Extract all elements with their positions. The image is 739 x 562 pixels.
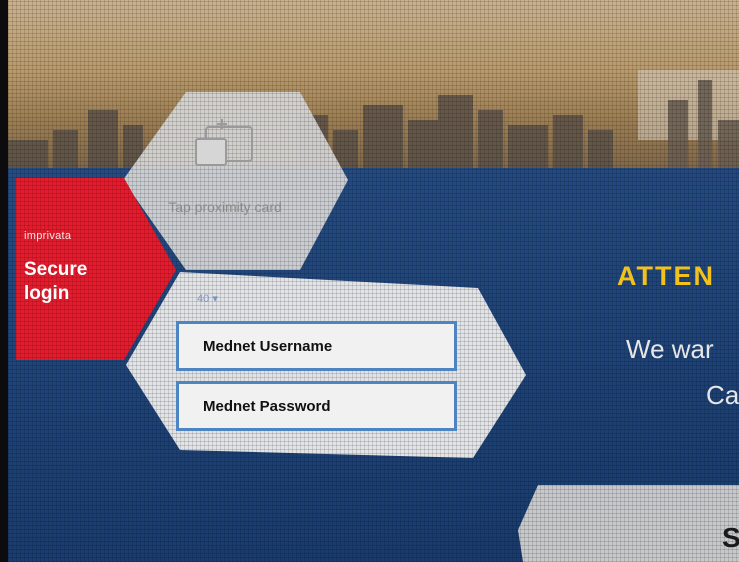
domain-select[interactable]: 40 ▾ bbox=[197, 292, 218, 305]
proximity-card-icon bbox=[195, 119, 253, 166]
attention-heading: ATTEN bbox=[617, 261, 715, 291]
username-placeholder: Mednet Username bbox=[203, 337, 333, 355]
password-input[interactable]: Mednet Password bbox=[176, 381, 457, 431]
secure-login-title: Secure login bbox=[24, 259, 88, 304]
imprivata-logo: imprivata bbox=[24, 230, 72, 242]
username-input[interactable]: Mednet Username bbox=[176, 321, 457, 371]
tap-proximity-card-label: Tap proximity card bbox=[168, 199, 282, 215]
bottom-action-button[interactable]: S bbox=[722, 522, 739, 554]
password-placeholder: Mednet Password bbox=[203, 397, 331, 415]
notice-line-1: We war bbox=[626, 334, 714, 364]
chevron-down-icon: ▾ bbox=[212, 293, 218, 305]
domain-value: 40 bbox=[197, 293, 210, 305]
notice-line-2: Ca bbox=[706, 380, 739, 410]
